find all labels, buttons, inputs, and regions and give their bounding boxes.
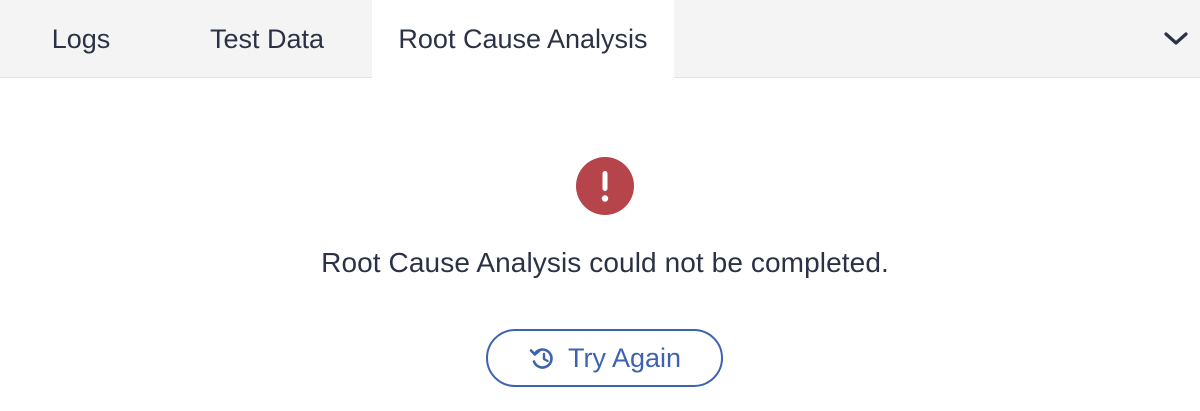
tab-bar: Logs Test Data Root Cause Analysis xyxy=(0,0,1200,79)
tab-root-cause-analysis[interactable]: Root Cause Analysis xyxy=(372,0,674,79)
error-message: Root Cause Analysis could not be complet… xyxy=(321,247,889,278)
root-cause-analysis-panel: Root Cause Analysis could not be complet… xyxy=(0,79,1200,411)
tab-test-data[interactable]: Test Data xyxy=(162,0,372,78)
chevron-down-icon xyxy=(1164,32,1188,45)
tab-root-cause-analysis-label: Root Cause Analysis xyxy=(398,24,648,54)
try-again-button[interactable]: Try Again xyxy=(486,329,723,387)
tab-logs[interactable]: Logs xyxy=(0,0,162,78)
retry-icon xyxy=(528,345,556,371)
tab-logs-label: Logs xyxy=(51,23,111,54)
collapse-toggle-button[interactable] xyxy=(1160,25,1192,53)
try-again-label: Try Again xyxy=(567,342,682,373)
exclamation-circle-icon xyxy=(576,157,634,215)
tab-test-data-label: Test Data xyxy=(209,23,325,54)
